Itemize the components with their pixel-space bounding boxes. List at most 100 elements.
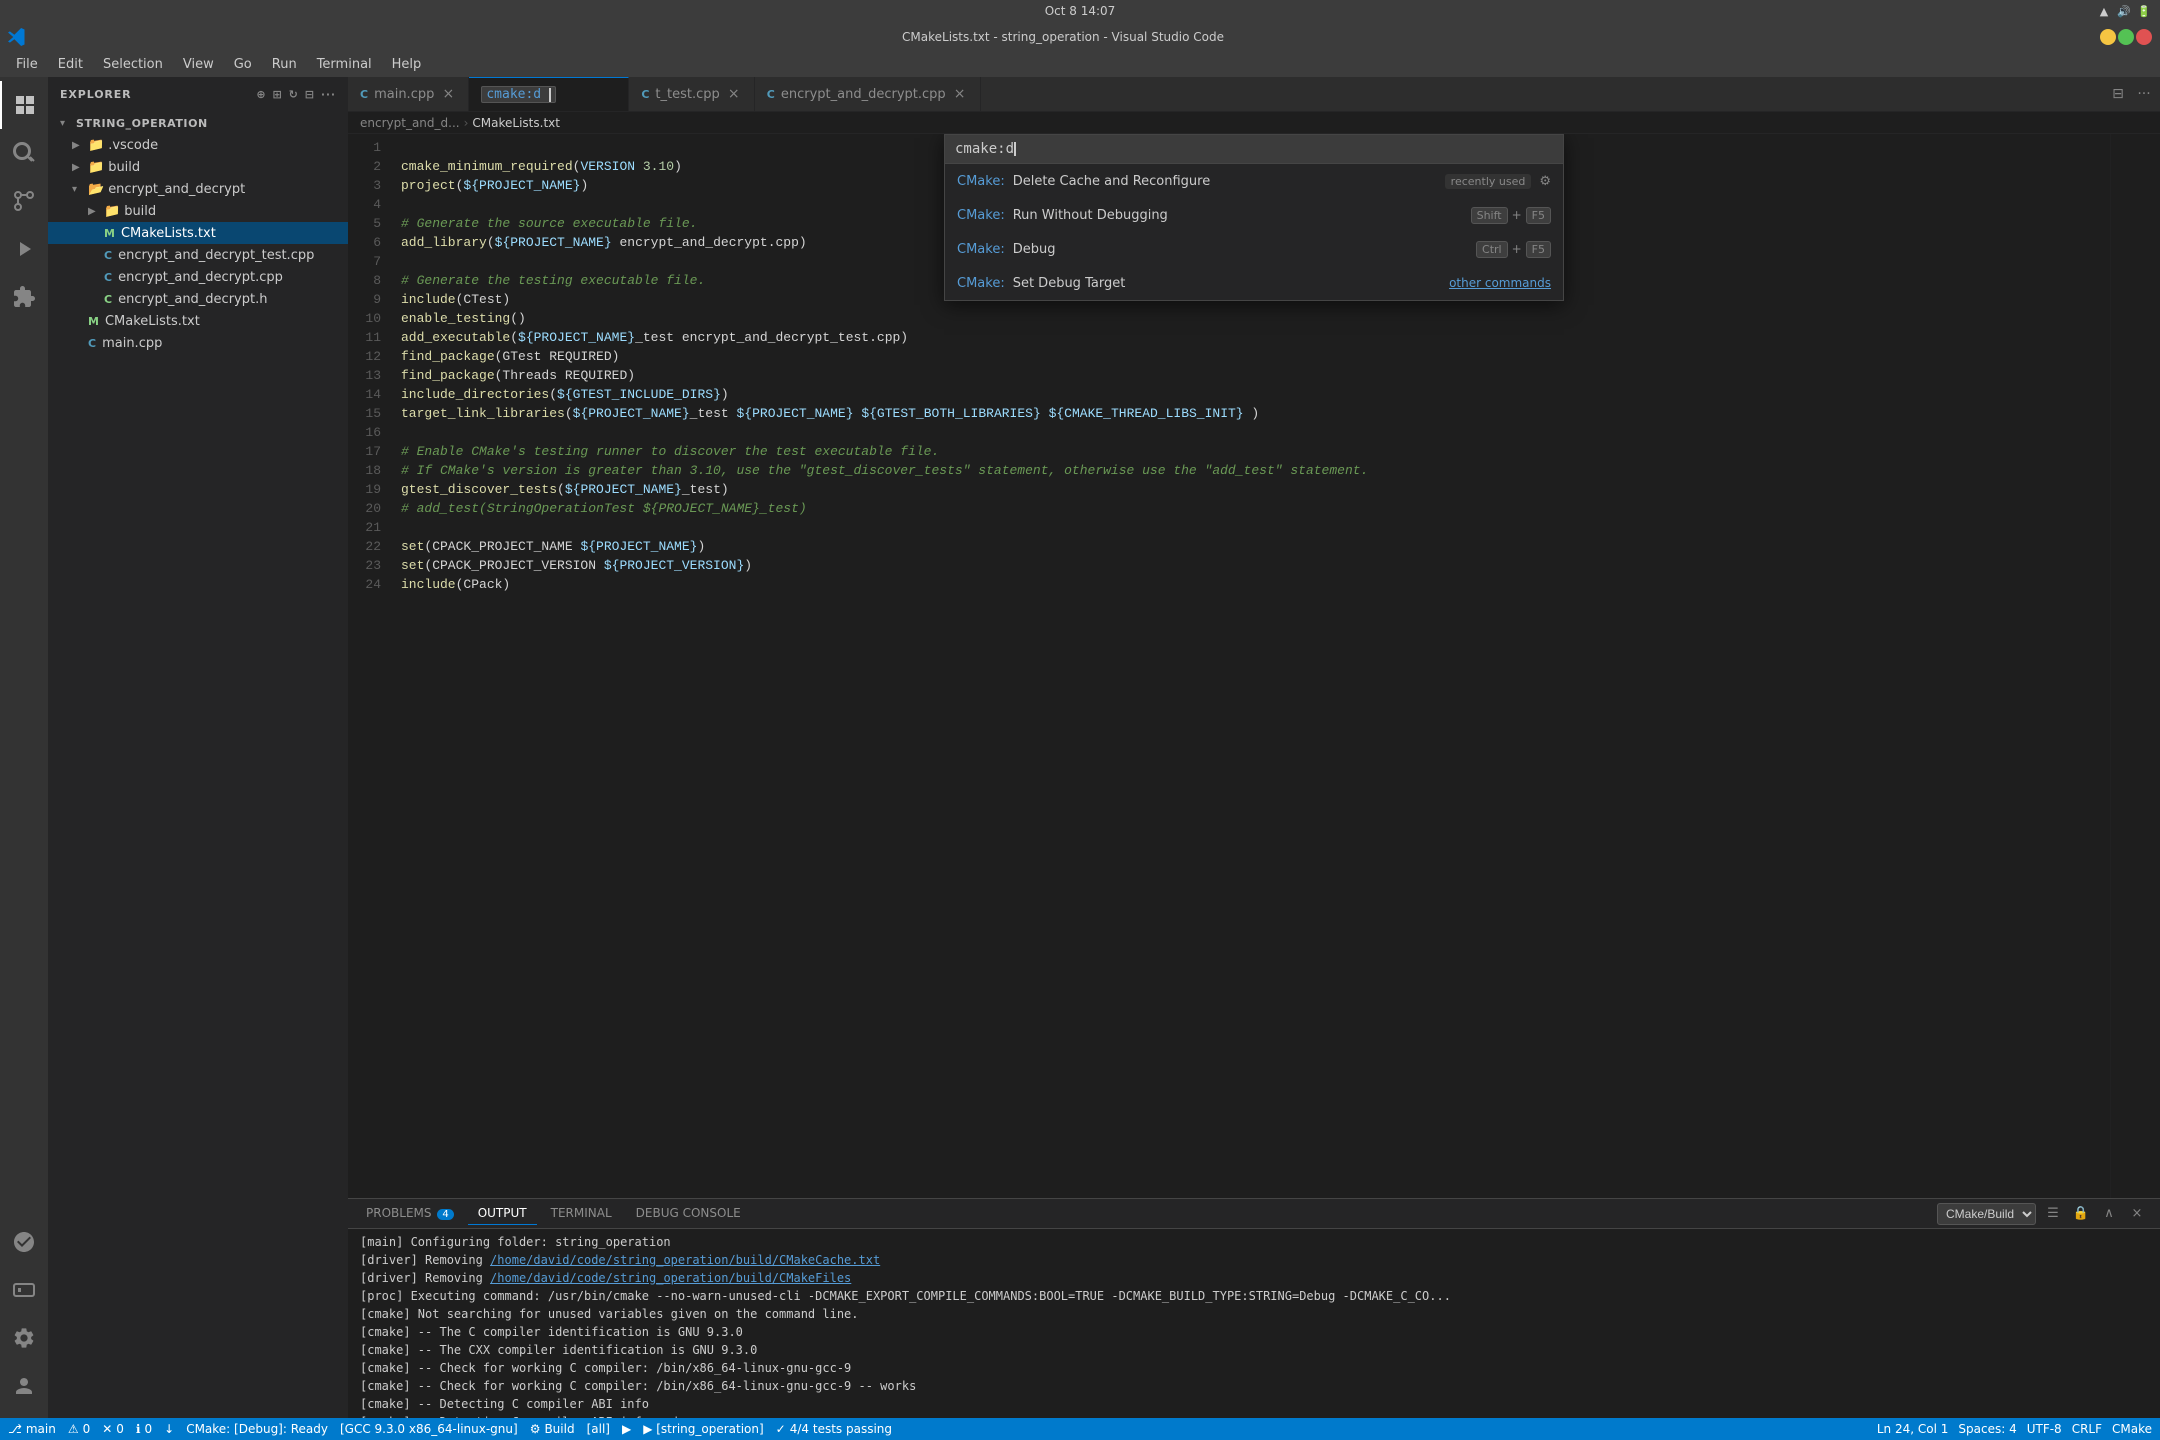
tab-test-cpp[interactable]: C t_test.cpp × — [629, 77, 754, 112]
panel-lock-btn[interactable]: 🔒 — [2070, 1203, 2092, 1225]
status-play[interactable]: ▶ — [622, 1422, 631, 1436]
command-item-debug[interactable]: CMake: Debug Ctrl + F5 — [945, 232, 1563, 266]
panel-tab-output[interactable]: OUTPUT — [468, 1202, 537, 1225]
menu-file[interactable]: File — [8, 55, 46, 74]
tab-encrypt-close[interactable]: × — [952, 86, 968, 102]
line-numbers: 1 2 3 4 5 6 7 8 9 10 11 12 13 14 15 16 1… — [348, 134, 393, 1198]
status-run-target[interactable]: ▶ [string_operation] — [643, 1422, 763, 1436]
status-target[interactable]: [all] — [587, 1422, 610, 1436]
menu-run[interactable]: Run — [264, 55, 305, 74]
panel-line-1: [main] Configuring folder: string_operat… — [360, 1233, 2148, 1251]
panel-list-view-btn[interactable]: ☰ — [2042, 1203, 2064, 1225]
status-build[interactable]: ⚙ Build — [530, 1422, 575, 1436]
status-language[interactable]: CMake — [2112, 1422, 2152, 1436]
menu-go[interactable]: Go — [226, 55, 260, 74]
ellipsis-icon[interactable]: ··· — [321, 88, 336, 101]
command-item-set-debug-target[interactable]: CMake: Set Debug Target other commands — [945, 266, 1563, 300]
window-controls: − + × — [2100, 29, 2160, 45]
sidebar-item-build[interactable]: ▶ 📁 build — [48, 156, 348, 178]
output-source-select[interactable]: CMake/Build — [1937, 1203, 2036, 1225]
sidebar-item-vscode[interactable]: ▶ 📁 .vscode — [48, 134, 348, 156]
command-item-run-without-debug[interactable]: CMake: Run Without Debugging Shift + F5 — [945, 198, 1563, 232]
activity-search[interactable] — [0, 129, 48, 177]
activity-run[interactable] — [0, 225, 48, 273]
status-sync[interactable]: ↓ — [164, 1422, 174, 1436]
tab-cmake-input[interactable]: cmake:d — [469, 77, 629, 112]
tab-test-close[interactable]: × — [726, 86, 742, 102]
activity-docker[interactable] — [0, 1218, 48, 1266]
more-actions-button[interactable]: ··· — [2132, 82, 2156, 106]
activity-extensions[interactable] — [0, 273, 48, 321]
tab-main-cpp-close[interactable]: × — [440, 86, 456, 102]
status-info[interactable]: ℹ 0 — [136, 1422, 152, 1436]
sidebar-item-cmakelists[interactable]: ▶ M CMakeLists.txt — [48, 222, 348, 244]
code-line-24: include(CPack) — [393, 575, 2110, 594]
menu-selection[interactable]: Selection — [95, 55, 171, 74]
collapse-icon[interactable]: ⊟ — [305, 88, 315, 101]
sidebar-item-root-cmake[interactable]: ▶ M CMakeLists.txt — [48, 310, 348, 332]
menu-view[interactable]: View — [175, 55, 222, 74]
panel-tab-debug-console[interactable]: DEBUG CONSOLE — [626, 1202, 751, 1225]
main-layout: Explorer ⊕ ⊞ ↻ ⊟ ··· ▾ STRING_OPERATION … — [0, 77, 2160, 1418]
code-editor[interactable]: 1 2 3 4 5 6 7 8 9 10 11 12 13 14 15 16 1… — [348, 134, 2160, 1198]
sidebar-item-main-cpp[interactable]: ▶ C main.cpp — [48, 332, 348, 354]
new-folder-icon[interactable]: ⊞ — [272, 88, 282, 101]
menu-help[interactable]: Help — [384, 55, 430, 74]
cmd1-gear[interactable]: ⚙ — [1539, 174, 1551, 189]
panel-line-4: [proc] Executing command: /usr/bin/cmake… — [360, 1287, 2148, 1305]
activity-settings[interactable] — [0, 1314, 48, 1362]
title-bar: CMakeLists.txt - string_operation - Visu… — [0, 22, 2160, 52]
panel-up-btn[interactable]: ∧ — [2098, 1203, 2120, 1225]
other-commands-link[interactable]: other commands — [1449, 276, 1551, 290]
status-gcc[interactable]: [GCC 9.3.0 x86_64-linux-gnu] — [340, 1422, 518, 1436]
menu-edit[interactable]: Edit — [50, 55, 91, 74]
breadcrumb-sep: › — [464, 116, 469, 130]
status-cursor-pos[interactable]: Ln 24, Col 1 — [1877, 1422, 1949, 1436]
inner-build-arrow: ▶ — [88, 206, 100, 217]
status-branch[interactable]: ⎇ main — [8, 1422, 56, 1436]
activity-explorer[interactable] — [0, 81, 48, 129]
panel-tab-problems[interactable]: PROBLEMS 4 — [356, 1202, 464, 1225]
output-label: OUTPUT — [478, 1206, 527, 1220]
minimize-button[interactable]: − — [2100, 29, 2116, 45]
refresh-icon[interactable]: ↻ — [289, 88, 299, 101]
status-warnings[interactable]: ⚠ 0 — [68, 1422, 90, 1436]
sidebar-item-test-cpp[interactable]: ▶ C encrypt_and_decrypt_test.cpp — [48, 244, 348, 266]
status-cmake-ready[interactable]: CMake: [Debug]: Ready — [186, 1422, 328, 1436]
split-editor-button[interactable]: ⊟ — [2106, 82, 2130, 106]
breadcrumb-part2[interactable]: CMakeLists.txt — [472, 116, 560, 130]
sidebar-item-encrypt-h[interactable]: ▶ C encrypt_and_decrypt.h — [48, 288, 348, 310]
status-tests[interactable]: ✓ 4/4 tests passing — [776, 1422, 892, 1436]
header-icon: C — [104, 293, 112, 306]
status-errors[interactable]: ✕ 0 — [102, 1422, 124, 1436]
sidebar-header: Explorer ⊕ ⊞ ↻ ⊟ ··· — [48, 77, 348, 112]
status-bar: ⎇ main ⚠ 0 ✕ 0 ℹ 0 ↓ CMake: [Debug]: Rea… — [0, 1418, 2160, 1440]
status-eol[interactable]: CRLF — [2072, 1422, 2102, 1436]
maximize-button[interactable]: + — [2118, 29, 2134, 45]
close-button[interactable]: × — [2136, 29, 2152, 45]
tab-encrypt-cpp[interactable]: C encrypt_and_decrypt.cpp × — [755, 77, 981, 112]
command-palette[interactable]: cmake:d CMake: Delete Cache and Reconfig… — [944, 134, 1564, 301]
panel-tab-terminal[interactable]: TERMINAL — [541, 1202, 622, 1225]
activity-account[interactable] — [0, 1362, 48, 1410]
menu-terminal[interactable]: Terminal — [309, 55, 380, 74]
status-spaces[interactable]: Spaces: 4 — [1958, 1422, 2016, 1436]
sidebar-item-encrypt-decrypt[interactable]: ▾ 📂 encrypt_and_decrypt — [48, 178, 348, 200]
panel-link-2[interactable]: /home/david/code/string_operation/build/… — [490, 1271, 851, 1285]
activity-ssd[interactable] — [0, 1266, 48, 1314]
command-item-delete-cache[interactable]: CMake: Delete Cache and Reconfigure rece… — [945, 164, 1563, 198]
breadcrumb-part1[interactable]: encrypt_and_d... — [360, 116, 460, 130]
new-file-icon[interactable]: ⊕ — [256, 88, 266, 101]
tab-encrypt-icon: C — [767, 88, 775, 101]
activity-source-control[interactable] — [0, 177, 48, 225]
panel-close-btn[interactable]: × — [2126, 1203, 2148, 1225]
command-palette-input-tab[interactable]: cmake:d — [481, 86, 556, 103]
status-encoding[interactable]: UTF-8 — [2027, 1422, 2062, 1436]
sidebar-item-inner-build[interactable]: ▶ 📁 build — [48, 200, 348, 222]
tab-main-cpp[interactable]: C main.cpp × — [348, 77, 469, 112]
sidebar-item-encrypt-cpp[interactable]: ▶ C encrypt_and_decrypt.cpp — [48, 266, 348, 288]
panel-link-1[interactable]: /home/david/code/string_operation/build/… — [490, 1253, 880, 1267]
sidebar-root[interactable]: ▾ STRING_OPERATION — [48, 112, 348, 134]
sound-icon: 🔊 — [2116, 3, 2132, 19]
cmakelists-label: CMakeLists.txt — [121, 226, 216, 241]
